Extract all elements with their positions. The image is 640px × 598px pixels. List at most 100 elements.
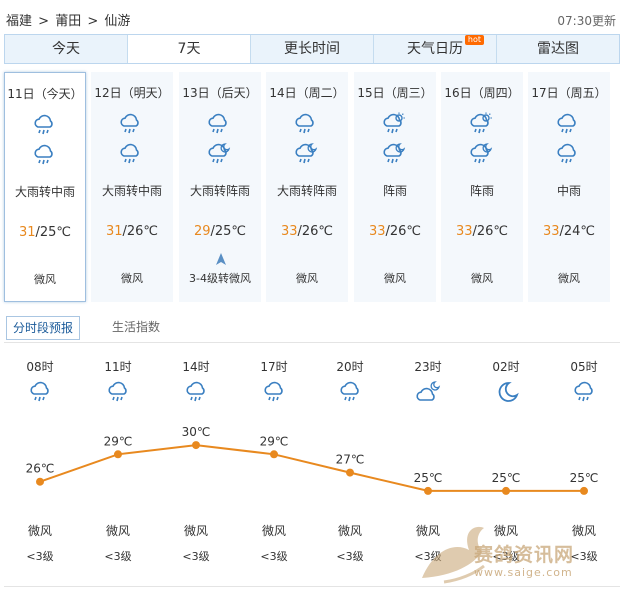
day-card[interactable]: 13日（后天） 大雨转阵雨 29/25℃ 3-4级转微风 bbox=[179, 72, 261, 302]
shower-cloud-icon bbox=[383, 143, 406, 164]
moon-icon bbox=[498, 382, 519, 402]
tab-hourly-forecast[interactable]: 分时段预报 bbox=[6, 316, 81, 340]
rain-cloud-icon bbox=[108, 381, 127, 402]
day-card[interactable]: 17日（周五） 中雨 33/24℃ 微风 bbox=[528, 72, 610, 302]
wind-label: 微风 bbox=[121, 272, 143, 285]
temperature-label: 26℃ bbox=[26, 462, 55, 476]
day-card[interactable]: 14日（周二） 大雨转阵雨 33/26℃ 微风 bbox=[266, 72, 348, 302]
hour-label: 20时 bbox=[336, 360, 364, 374]
tab-label: 雷达图 bbox=[537, 41, 579, 57]
location-bar: 福建 > 莆田 > 仙游 07:30更新 bbox=[0, 0, 640, 34]
low-temp: /26℃ bbox=[385, 224, 422, 239]
hour-wind-level: <3级 bbox=[104, 550, 132, 563]
shower-cloud-icon bbox=[295, 143, 318, 164]
breadcrumb-separator: > bbox=[38, 14, 50, 29]
shower-cloud-icon bbox=[470, 143, 493, 164]
weather-description: 大雨转中雨 bbox=[101, 184, 162, 198]
temperature-label: 25℃ bbox=[570, 471, 599, 485]
hour-label: 14时 bbox=[182, 360, 210, 374]
temperature-label: 29℃ bbox=[104, 434, 133, 448]
tab-longer-range[interactable]: 更长时间 bbox=[251, 35, 374, 63]
temperature-point bbox=[580, 486, 588, 495]
tab-7days[interactable]: 7天 bbox=[128, 35, 251, 63]
hour-wind-level: <3级 bbox=[182, 550, 210, 563]
temperature-range: 33/26℃ bbox=[354, 224, 436, 239]
rain-cloud-icon bbox=[557, 143, 576, 164]
day-title: 13日（后天） bbox=[182, 86, 258, 100]
low-temp: /26℃ bbox=[472, 224, 509, 239]
wind-label: 微风 bbox=[296, 272, 318, 285]
rain-cloud-icon bbox=[574, 381, 593, 402]
tab-label: 今天 bbox=[52, 41, 80, 57]
low-temp: /24℃ bbox=[559, 224, 596, 239]
rain-cloud-icon bbox=[34, 144, 53, 165]
low-temp: /25℃ bbox=[35, 225, 72, 240]
high-temp: 33 bbox=[455, 224, 473, 239]
shower-sun-icon bbox=[383, 112, 405, 134]
day-title: 16日（周四） bbox=[444, 86, 520, 100]
weather-description: 大雨转阵雨 bbox=[276, 184, 337, 198]
weather-description: 中雨 bbox=[556, 184, 581, 198]
day-card[interactable]: 11日（今天） 大雨转中雨 31/25℃ 微风 bbox=[4, 72, 86, 302]
high-temp: 29 bbox=[193, 224, 211, 239]
tab-today[interactable]: 今天 bbox=[5, 35, 128, 63]
rain-cloud-icon bbox=[340, 381, 359, 402]
wind-label: 微风 bbox=[34, 273, 56, 286]
rain-cloud-icon bbox=[186, 381, 205, 402]
weather-description: 大雨转阵雨 bbox=[189, 184, 250, 198]
rain-cloud-icon bbox=[30, 381, 49, 402]
temperature-range: 31/26℃ bbox=[91, 224, 173, 239]
temperature-range: 31/25℃ bbox=[5, 225, 85, 240]
weather-description: 阵雨 bbox=[469, 184, 494, 198]
rain-cloud-icon bbox=[295, 113, 314, 134]
high-temp: 31 bbox=[105, 224, 123, 239]
high-temp: 33 bbox=[280, 224, 298, 239]
wind-label: 微风 bbox=[384, 272, 406, 285]
breadcrumb-city[interactable]: 莆田 bbox=[55, 14, 81, 29]
cloudy-night-icon bbox=[416, 381, 441, 401]
watermark-url: www.saige.com bbox=[474, 566, 573, 579]
day-title: 15日（周三） bbox=[357, 86, 433, 100]
day-title: 14日（周二） bbox=[269, 86, 345, 100]
temperature-label: 25℃ bbox=[414, 471, 443, 485]
temperature-point bbox=[36, 477, 44, 486]
weather-description: 大雨转中雨 bbox=[14, 185, 75, 199]
update-time: 07:30更新 bbox=[557, 14, 616, 28]
tab-label: 7天 bbox=[177, 41, 201, 57]
hot-badge: hot bbox=[464, 35, 484, 45]
hour-wind: 微风 bbox=[183, 524, 208, 538]
rain-cloud-icon bbox=[120, 143, 139, 164]
day-card[interactable]: 16日（周四） 阵雨 33/26℃ 微风 bbox=[441, 72, 523, 302]
tab-radar[interactable]: 雷达图 bbox=[497, 35, 619, 63]
tab-weather-calendar[interactable]: 天气日历 hot bbox=[374, 35, 497, 63]
rain-cloud-icon bbox=[557, 113, 576, 134]
tab-label: 天气日历 bbox=[407, 41, 463, 57]
hour-label: 02时 bbox=[492, 360, 520, 374]
tab-life-index[interactable]: 生活指数 bbox=[106, 316, 166, 338]
weather-description: 阵雨 bbox=[382, 184, 407, 198]
day-card[interactable]: 15日（周三） 阵雨 33/26℃ 微风 bbox=[354, 72, 436, 302]
hour-label: 08时 bbox=[26, 360, 54, 374]
breadcrumb: 福建 > 莆田 > 仙游 bbox=[6, 10, 132, 29]
temperature-point bbox=[424, 486, 432, 495]
low-temp: /25℃ bbox=[210, 224, 247, 239]
temperature-label: 25℃ bbox=[492, 471, 521, 485]
rain-cloud-icon bbox=[34, 114, 53, 135]
temperature-range: 33/26℃ bbox=[266, 224, 348, 239]
rain-cloud-icon bbox=[120, 113, 139, 134]
hour-wind: 微风 bbox=[27, 524, 52, 538]
high-temp: 31 bbox=[18, 225, 36, 240]
day-title: 17日（周五） bbox=[531, 86, 607, 100]
hour-wind: 微风 bbox=[337, 524, 362, 538]
hour-label: 17时 bbox=[260, 360, 288, 374]
wind-label: 微风 bbox=[471, 272, 493, 285]
wind-label: 微风 bbox=[558, 272, 580, 285]
detail-tabs: 分时段预报 生活指数 bbox=[4, 316, 620, 343]
forecast-tabs: 今天 7天 更长时间 天气日历 hot 雷达图 bbox=[4, 34, 620, 64]
seven-day-forecast: 11日（今天） 大雨转中雨 31/25℃ 微风 12日（明天） 大雨转中雨 31/26℃ 微风… bbox=[4, 72, 620, 304]
breadcrumb-province[interactable]: 福建 bbox=[6, 14, 32, 29]
day-title: 11日（今天） bbox=[7, 87, 83, 101]
temperature-point bbox=[114, 450, 122, 459]
breadcrumb-separator: > bbox=[87, 14, 99, 29]
day-card[interactable]: 12日（明天） 大雨转中雨 31/26℃ 微风 bbox=[91, 72, 173, 302]
